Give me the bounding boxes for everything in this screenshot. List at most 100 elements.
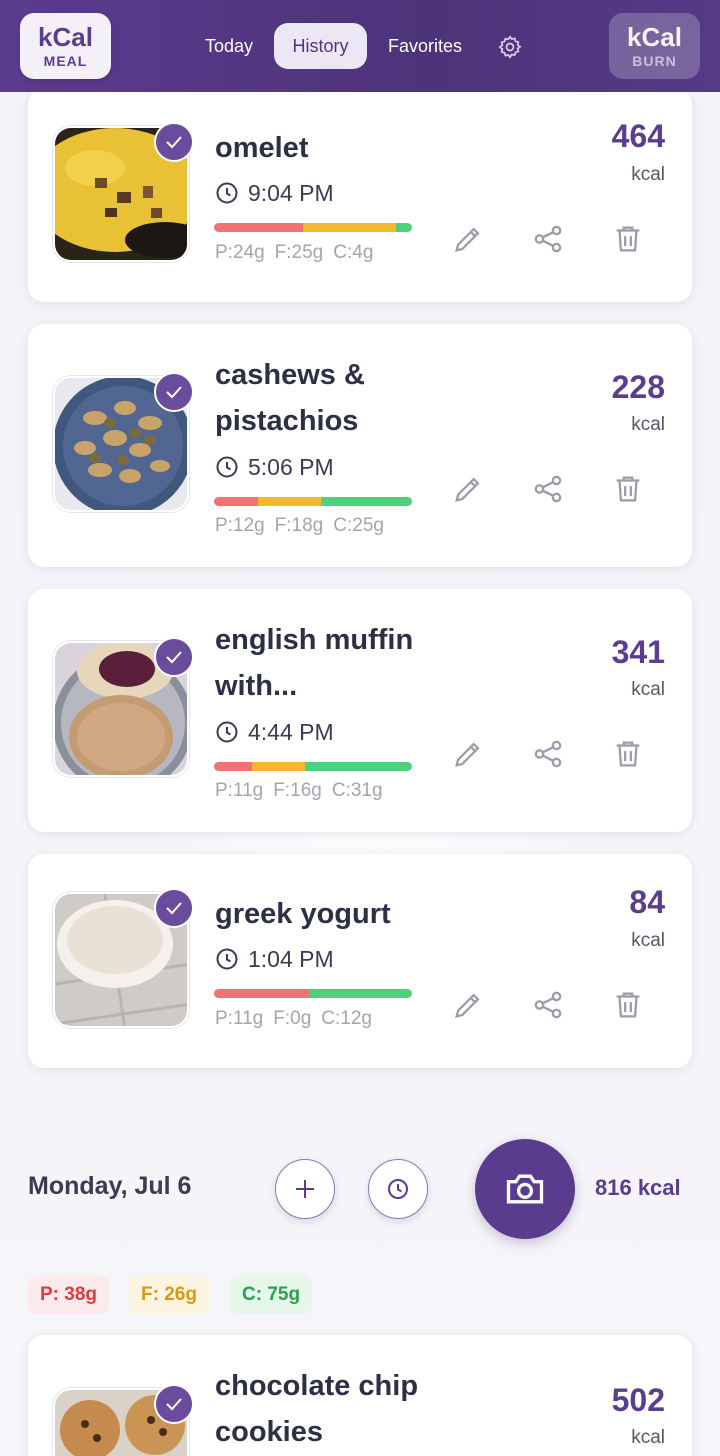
macro-text: P:12g F:18g C:25g: [215, 514, 394, 538]
macro-bar-carbs: [309, 989, 412, 998]
carbs-chip: C: 75g: [230, 1276, 313, 1314]
macro-bar-fat: [251, 762, 306, 771]
logged-check-icon: [154, 637, 194, 677]
kcal-unit: kcal: [631, 930, 665, 951]
meal-card[interactable]: cashews & pistachios 5:06 PM P:12g F:18g C…: [28, 324, 692, 567]
meal-name: omelet: [215, 132, 309, 164]
kcal-value: 502: [611, 1382, 665, 1418]
camera-icon: [506, 1174, 544, 1204]
day-total-kcal: 816 kcal: [595, 1175, 681, 1200]
logged-check-icon: [154, 1384, 194, 1424]
log-time-button[interactable]: [368, 1159, 428, 1219]
meal-name: cashews & pistachios: [215, 359, 365, 437]
fat-chip: F: 26g: [129, 1276, 209, 1314]
meal-time-text: 1:04 PM: [248, 946, 334, 972]
clock-icon: [216, 721, 238, 743]
day-title: Monday, Jul 6: [28, 1172, 192, 1200]
clock-icon: [216, 182, 238, 204]
meal-logo-subtitle: MEAL: [43, 53, 88, 69]
share-icon[interactable]: [531, 737, 565, 771]
meal-time: 1:04 PM: [215, 944, 334, 974]
kcal-unit: kcal: [631, 414, 665, 435]
macro-bar-protein: [214, 497, 258, 506]
macro-text: P:11g F:16g C:31g: [215, 779, 393, 803]
logged-check-icon: [154, 888, 194, 928]
tab-history[interactable]: History: [274, 23, 367, 69]
meal-name: chocolate chip cookies: [215, 1370, 419, 1448]
share-icon[interactable]: [531, 222, 565, 256]
protein-chip: P: 38g: [28, 1276, 110, 1314]
meal-name: english muffin with...: [215, 624, 414, 702]
kcal-value: 84: [629, 884, 665, 920]
clock-icon: [388, 1179, 408, 1199]
carbs-value: C:25g: [333, 515, 384, 536]
edit-icon[interactable]: [451, 222, 485, 256]
clock-icon: [216, 948, 238, 970]
fat-value: F:16g: [273, 780, 322, 801]
tab-favorites[interactable]: Favorites: [380, 23, 470, 69]
macro-bar: [214, 223, 412, 232]
macro-bar-carbs: [305, 762, 412, 771]
trash-icon[interactable]: [611, 222, 645, 256]
macro-text: P:24g F:25g C:4g: [215, 241, 383, 265]
meal-card[interactable]: english muffin with... 4:44 PM P:11g F:16…: [28, 589, 692, 832]
protein-value: P:24g: [215, 242, 265, 263]
plus-icon: [296, 1180, 314, 1198]
kcal-unit: kcal: [631, 164, 665, 185]
fat-value: F:25g: [274, 242, 324, 263]
fat-value: F:0g: [273, 1008, 312, 1029]
meal-name: greek yogurt: [215, 898, 391, 930]
edit-icon[interactable]: [451, 472, 485, 506]
logged-check-icon: [154, 372, 194, 412]
add-meal-button[interactable]: [275, 1159, 335, 1219]
macro-bar: [214, 762, 412, 771]
macro-bar-fat: [257, 497, 321, 506]
macro-bar-protein: [214, 762, 252, 771]
burn-logo-title: kCal: [627, 22, 682, 52]
macro-bar-carbs: [320, 497, 412, 506]
macro-bar: [214, 989, 412, 998]
meal-card[interactable]: omelet 9:04 PM P:24g F:25g C:4g 464 kcal: [28, 88, 692, 302]
tab-today[interactable]: Today: [196, 23, 262, 69]
burn-logo-subtitle: BURN: [632, 53, 677, 69]
kcal-value: 228: [611, 369, 665, 405]
kcal-unit: kcal: [631, 1427, 665, 1448]
clock-icon: [216, 456, 238, 478]
share-icon[interactable]: [531, 988, 565, 1022]
camera-button[interactable]: [475, 1139, 575, 1239]
meal-time-text: 5:06 PM: [248, 454, 334, 480]
fat-value: F:18g: [274, 515, 324, 536]
edit-icon[interactable]: [451, 737, 485, 771]
kcal-burn-button[interactable]: kCal BURN: [609, 13, 700, 79]
meal-time: 9:04 PM: [215, 178, 334, 208]
kcal-value: 464: [611, 118, 665, 154]
edit-icon[interactable]: [451, 988, 485, 1022]
kcal-meal-button[interactable]: kCal MEAL: [20, 13, 111, 79]
trash-icon[interactable]: [611, 737, 645, 771]
macro-bar-carbs: [396, 223, 412, 232]
macro-text: P:11g F:0g C:12g: [215, 1007, 382, 1031]
logged-check-icon: [154, 122, 194, 162]
macro-bar-protein: [214, 989, 310, 998]
meal-time: 5:06 PM: [215, 452, 334, 482]
carbs-value: C:12g: [321, 1008, 372, 1029]
trash-icon[interactable]: [611, 472, 645, 506]
macro-bar: [214, 497, 412, 506]
share-icon[interactable]: [531, 472, 565, 506]
protein-value: P:11g: [215, 1008, 264, 1029]
gear-icon[interactable]: [497, 34, 523, 60]
meal-card[interactable]: chocolate chip cookies 502 kcal: [28, 1335, 692, 1456]
meal-time-text: 4:44 PM: [248, 719, 334, 745]
meal-logo-title: kCal: [38, 22, 93, 52]
top-bar: kCal MEAL Today History Favorites kCal B…: [0, 0, 720, 92]
kcal-unit: kcal: [631, 679, 665, 700]
trash-icon[interactable]: [611, 988, 645, 1022]
protein-value: P:12g: [215, 515, 265, 536]
meal-time-text: 9:04 PM: [248, 180, 334, 206]
meal-card[interactable]: greek yogurt 1:04 PM P:11g F:0g C:12g 84 k…: [28, 854, 692, 1068]
carbs-value: C:4g: [333, 242, 374, 263]
meal-time: 4:44 PM: [215, 717, 334, 747]
macro-bar-fat: [303, 223, 397, 232]
kcal-value: 341: [611, 634, 665, 670]
carbs-value: C:31g: [331, 780, 383, 801]
